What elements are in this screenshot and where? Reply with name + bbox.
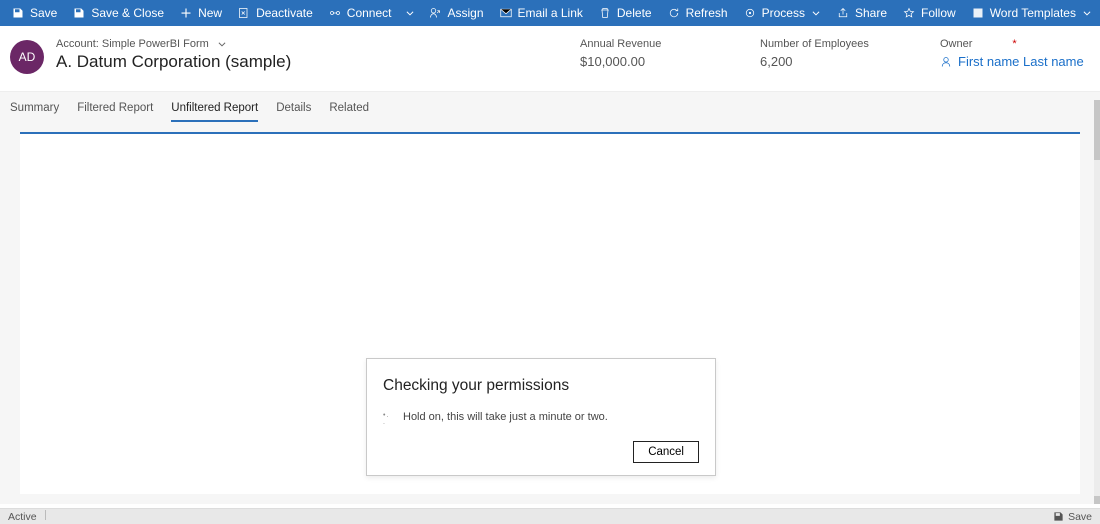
deactivate-icon	[238, 7, 250, 19]
employees-field: Number of Employees 6,200	[760, 38, 880, 74]
scrollbar-thumb[interactable]	[1094, 100, 1100, 160]
tab-unfiltered-report[interactable]: Unfiltered Report	[171, 102, 258, 122]
save-icon	[1053, 511, 1064, 522]
scrollbar-thumb[interactable]	[1094, 496, 1100, 504]
email-link-button[interactable]: Email a Link	[492, 0, 591, 26]
employees-label: Number of Employees	[760, 38, 880, 50]
connect-split-chevron[interactable]	[399, 8, 421, 18]
vertical-scrollbar[interactable]	[1094, 100, 1100, 504]
form-tabs: Summary Filtered Report Unfiltered Repor…	[0, 91, 1100, 504]
process-button[interactable]: Process	[736, 0, 829, 26]
refresh-label: Refresh	[686, 6, 728, 20]
tab-summary[interactable]: Summary	[10, 102, 59, 122]
status-bar: Active Save	[0, 508, 1100, 524]
refresh-button[interactable]: Refresh	[660, 0, 736, 26]
annual-revenue-value[interactable]: $10,000.00	[580, 54, 700, 69]
assign-label: Assign	[447, 6, 483, 20]
star-icon	[903, 7, 915, 19]
save-label: Save	[30, 6, 57, 20]
employees-value[interactable]: 6,200	[760, 54, 880, 69]
cancel-button[interactable]: Cancel	[633, 441, 699, 463]
assign-button[interactable]: Assign	[421, 0, 491, 26]
record-status: Active	[8, 510, 54, 523]
owner-label: Owner*	[940, 38, 1090, 50]
share-label: Share	[855, 6, 887, 20]
owner-value[interactable]: First name Last name	[940, 54, 1090, 69]
tab-related[interactable]: Related	[329, 102, 369, 122]
chevron-down-icon	[1082, 8, 1092, 18]
deactivate-label: Deactivate	[256, 6, 313, 20]
process-label: Process	[762, 6, 805, 20]
dialog-body-text: Hold on, this will take just a minute or…	[403, 411, 608, 423]
follow-button[interactable]: Follow	[895, 0, 964, 26]
plus-icon	[180, 7, 192, 19]
save-close-icon	[73, 7, 85, 19]
record-header: AD Account: Simple PowerBI Form A. Datum…	[0, 26, 1100, 91]
dialog-title: Checking your permissions	[383, 377, 699, 395]
delete-icon	[599, 7, 611, 19]
command-bar: Save Save & Close New Deactivate Connect…	[0, 0, 1100, 26]
email-link-label: Email a Link	[518, 6, 583, 20]
owner-field: Owner* First name Last name	[940, 38, 1090, 74]
save-icon	[12, 7, 24, 19]
required-indicator: *	[1012, 38, 1016, 50]
chevron-down-icon	[405, 8, 415, 18]
process-icon	[744, 7, 756, 19]
account-avatar: AD	[10, 40, 44, 74]
status-save-button[interactable]: Save	[1053, 511, 1092, 523]
word-templates-label: Word Templates	[990, 6, 1076, 20]
refresh-icon	[668, 7, 680, 19]
delete-label: Delete	[617, 6, 652, 20]
deactivate-button[interactable]: Deactivate	[230, 0, 321, 26]
annual-revenue-label: Annual Revenue	[580, 38, 700, 50]
form-selector[interactable]: Account: Simple PowerBI Form	[56, 38, 520, 50]
new-label: New	[198, 6, 222, 20]
chevron-down-icon	[217, 39, 227, 49]
connect-label: Connect	[347, 6, 392, 20]
connect-button[interactable]: Connect	[321, 0, 400, 26]
word-templates-button[interactable]: Word Templates	[964, 0, 1100, 26]
report-container: Checking your permissions •. . Hold on, …	[10, 122, 1090, 504]
assign-icon	[429, 7, 441, 19]
chevron-down-icon	[811, 8, 821, 18]
share-icon	[837, 7, 849, 19]
save-close-label: Save & Close	[91, 6, 164, 20]
email-icon	[500, 7, 512, 19]
loading-spinner-icon: •. .	[383, 412, 393, 422]
breadcrumb-label: Account: Simple PowerBI Form	[56, 38, 209, 50]
connect-icon	[329, 7, 341, 19]
tab-filtered-report[interactable]: Filtered Report	[77, 102, 153, 122]
new-button[interactable]: New	[172, 0, 230, 26]
word-icon	[972, 7, 984, 19]
tab-details[interactable]: Details	[276, 102, 311, 122]
save-button[interactable]: Save	[4, 0, 65, 26]
annual-revenue-field: Annual Revenue $10,000.00	[580, 38, 700, 74]
status-save-label: Save	[1068, 511, 1092, 523]
save-close-button[interactable]: Save & Close	[65, 0, 172, 26]
share-button[interactable]: Share	[829, 0, 895, 26]
record-title: A. Datum Corporation (sample)	[56, 52, 520, 72]
follow-label: Follow	[921, 6, 956, 20]
person-icon	[940, 56, 952, 68]
permissions-dialog: Checking your permissions •. . Hold on, …	[366, 358, 716, 476]
delete-button[interactable]: Delete	[591, 0, 660, 26]
